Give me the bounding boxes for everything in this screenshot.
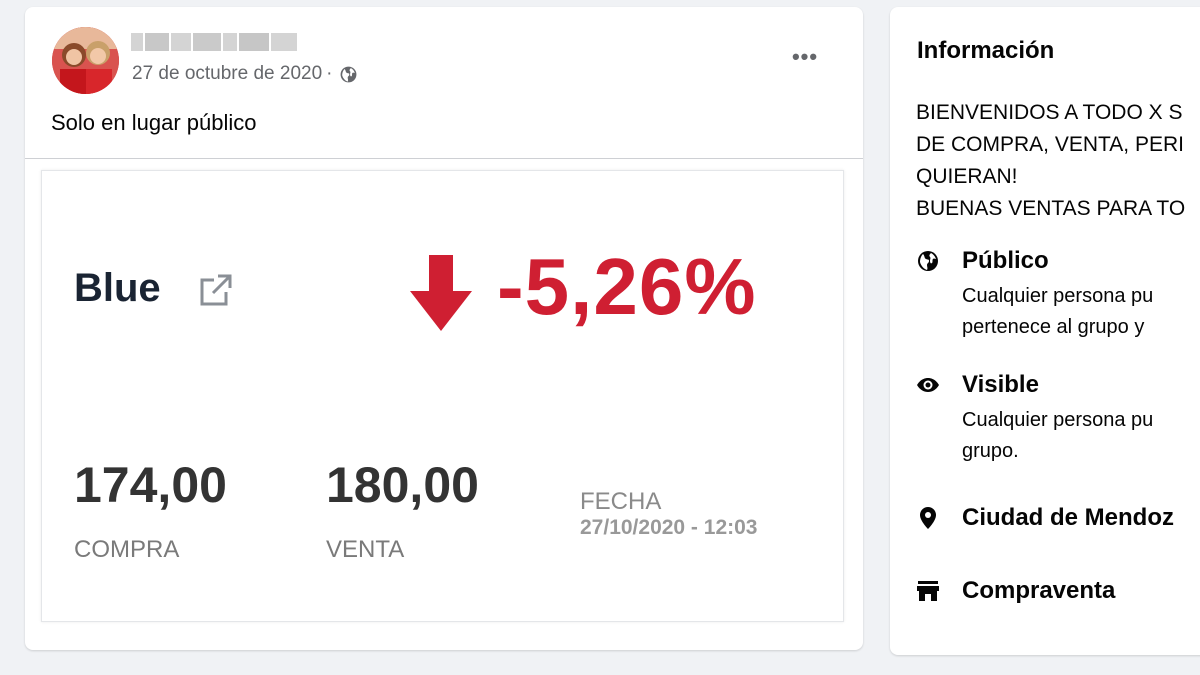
globe-icon bbox=[339, 65, 358, 84]
item-description: Cualquier persona pu pertenece al grupo … bbox=[962, 281, 1153, 343]
sell-value: 180,00 bbox=[326, 457, 479, 513]
post-card: 27 de octubre de 2020 · ••• Solo en luga… bbox=[25, 7, 863, 650]
item-title: Ciudad de Mendoz bbox=[962, 504, 1174, 531]
item-title: Público bbox=[962, 247, 1049, 274]
post-divider bbox=[25, 158, 863, 159]
item-line: grupo. bbox=[962, 440, 1019, 462]
post-meta: 27 de octubre de 2020 · bbox=[132, 63, 358, 85]
buy-value: 174,00 bbox=[74, 457, 227, 513]
description-line: DE COMPRA, VENTA, PERI bbox=[916, 133, 1184, 156]
rate-name: Blue bbox=[74, 266, 161, 310]
item-line: pertenece al grupo y bbox=[962, 316, 1145, 338]
more-options-button[interactable]: ••• bbox=[781, 37, 829, 77]
rate-change-percent: -5,26% bbox=[497, 242, 757, 331]
description-line: QUIERAN! bbox=[916, 165, 1018, 188]
external-link-icon bbox=[194, 270, 236, 312]
author-name-blurred[interactable] bbox=[131, 33, 297, 51]
sell-label: VENTA bbox=[326, 536, 405, 563]
item-line: Cualquier persona pu bbox=[962, 409, 1154, 431]
buy-label: COMPRA bbox=[74, 536, 180, 563]
group-info-card: Información BIENVENIDOS A TODO X S DE CO… bbox=[890, 7, 1200, 655]
group-description: BIENVENIDOS A TODO X S DE COMPRA, VENTA,… bbox=[916, 97, 1200, 225]
arrow-down-icon bbox=[410, 255, 472, 331]
globe-icon bbox=[916, 249, 940, 273]
description-line: BUENAS VENTAS PARA TO bbox=[916, 197, 1186, 220]
eye-icon bbox=[916, 373, 940, 397]
item-title: Visible bbox=[962, 371, 1039, 398]
description-line: BIENVENIDOS A TODO X S bbox=[916, 101, 1183, 124]
item-description: Cualquier persona pu grupo. bbox=[962, 405, 1153, 467]
author-avatar[interactable] bbox=[52, 27, 119, 94]
info-title: Información bbox=[917, 37, 1055, 64]
date-value: 27/10/2020 - 12:03 bbox=[580, 516, 758, 539]
post-text: Solo en lugar público bbox=[51, 110, 257, 135]
location-pin-icon bbox=[916, 506, 940, 530]
item-line: Cualquier persona pu bbox=[962, 285, 1154, 307]
exchange-rate-image[interactable]: Blue -5,26% 174,00 COMPRA 180,00 VENTA F… bbox=[41, 170, 844, 622]
item-title: Compraventa bbox=[962, 577, 1116, 604]
more-options-icon: ••• bbox=[791, 44, 819, 69]
date-label: FECHA bbox=[580, 488, 662, 515]
post-date[interactable]: 27 de octubre de 2020 bbox=[132, 63, 322, 85]
shop-icon bbox=[916, 579, 940, 603]
meta-separator: · bbox=[326, 63, 333, 84]
